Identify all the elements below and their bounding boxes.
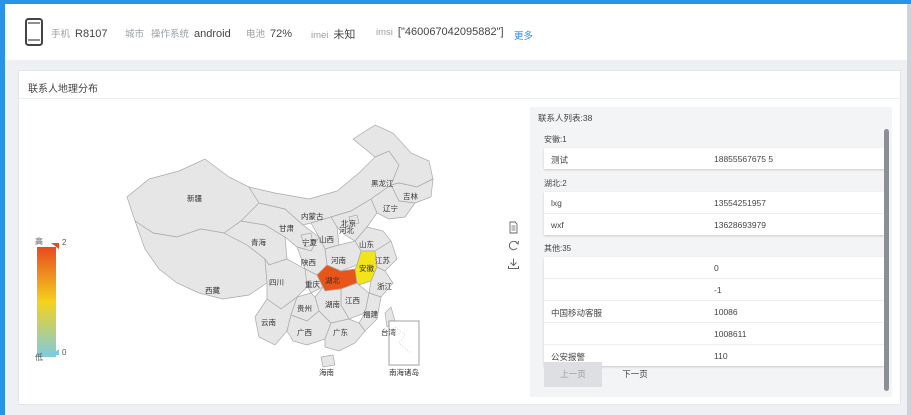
os-field: 操作系统 android <box>151 26 231 40</box>
imsi-field: imsi ["460067042095882"] <box>376 26 504 38</box>
visual-map-bar <box>37 247 56 357</box>
label-chongqing: 重庆 <box>305 279 320 289</box>
contact-phone: 0 <box>714 263 719 273</box>
label-hebei: 河北 <box>339 226 354 235</box>
label-guangdong: 广东 <box>333 327 348 337</box>
model-label: 手机 <box>51 29 71 40</box>
label-hunan: 湖南 <box>325 299 340 309</box>
model-field: 手机 R8107 <box>51 26 107 40</box>
contact-row[interactable]: 中国移动客服 10086 <box>544 301 884 323</box>
phone-icon <box>25 18 43 46</box>
region-hainan <box>320 354 336 368</box>
label-shandong: 山东 <box>359 239 374 249</box>
restore-icon[interactable] <box>507 239 520 252</box>
label-guizhou: 贵州 <box>297 303 312 313</box>
contact-name: 中国移动客服 <box>551 308 603 318</box>
group-label-other: 其他:35 <box>544 244 572 253</box>
device-info-bar: 手机 R8107 城市 操作系统 android 电池 72% imei 未知 imsi… <box>5 4 907 60</box>
label-liaoning: 辽宁 <box>383 203 398 213</box>
next-page-button[interactable]: 下一页 <box>606 362 664 387</box>
label-heilongjiang: 黑龙江 <box>371 178 394 188</box>
window-scrollbar[interactable] <box>907 4 911 415</box>
group-anhui: 测试 18855567675 5 <box>544 148 884 169</box>
visual-map-high-label: 高 <box>35 237 43 246</box>
os-value: android <box>194 28 231 40</box>
visual-map-min-value: 0 <box>62 348 67 357</box>
battery-field: 电池 72% <box>246 26 292 40</box>
contact-row[interactable]: 1008611 <box>544 323 884 345</box>
more-link[interactable]: 更多 <box>514 28 533 42</box>
contact-name: 测试 <box>551 155 569 165</box>
contact-list-title: 联系人列表:38 <box>538 113 593 123</box>
prev-page-button[interactable]: 上一页 <box>544 362 602 387</box>
contact-phone: 10086 <box>714 307 738 317</box>
label-hubei: 湖北 <box>325 276 340 285</box>
label-taiwan: 台湾 <box>381 327 396 337</box>
contact-phone: -1 <box>714 285 722 295</box>
label-shanxi: 山西 <box>319 234 334 244</box>
pagination: 上一页 下一页 <box>544 362 884 387</box>
contact-row[interactable]: wxf 13628693979 <box>544 214 884 235</box>
label-jiangxi: 江西 <box>345 296 360 305</box>
contact-phone: 1008611 <box>714 329 747 339</box>
label-anhui: 安徽 <box>359 263 374 273</box>
imsi-value: ["460067042095882"] <box>397 26 504 38</box>
china-map-svg: 新疆 西藏 青海 甘肃 宁夏 内蒙古 黑龙江 吉林 辽宁 北京 河北 山西 山东… <box>37 124 434 377</box>
label-gansu: 甘肃 <box>279 223 294 233</box>
battery-label: 电池 <box>246 29 266 40</box>
save-image-icon[interactable] <box>507 257 520 270</box>
imsi-label: imsi <box>376 27 393 38</box>
label-guangxi: 广西 <box>297 327 312 337</box>
imei-value: 未知 <box>333 29 356 41</box>
data-view-icon[interactable] <box>507 221 520 234</box>
label-yunnan: 云南 <box>261 317 276 327</box>
contact-list-scrollbar[interactable] <box>884 129 889 391</box>
label-sichuan: 四川 <box>269 278 284 287</box>
contact-phone: 13554251957 <box>714 198 767 208</box>
group-label-anhui: 安徽:1 <box>544 135 567 144</box>
visual-map-max-value: 2 <box>62 238 67 247</box>
contact-name: lxg <box>551 198 562 208</box>
contact-row[interactable]: 0 <box>544 257 884 279</box>
group-label-hubei: 湖北:2 <box>544 179 567 188</box>
contact-row[interactable]: lxg 13554251957 <box>544 192 884 214</box>
label-jiangsu: 江苏 <box>375 255 390 265</box>
contact-phone: 110 <box>714 351 728 361</box>
city-field: 城市 <box>125 26 149 40</box>
label-fujian: 福建 <box>363 309 378 319</box>
label-jilin: 吉林 <box>403 191 418 201</box>
label-ningxia: 宁夏 <box>302 237 317 247</box>
battery-value: 72% <box>270 28 293 40</box>
group-other: 0 -1 中国移动客服 10086 1008611 公安报警 110 <box>544 257 884 366</box>
label-neimenggu: 内蒙古 <box>301 211 324 221</box>
label-xizang: 西藏 <box>205 285 220 295</box>
visual-map-low-label: 低 <box>35 353 43 362</box>
city-label: 城市 <box>125 29 145 40</box>
model-value: R8107 <box>75 28 108 40</box>
panel-title: 联系人地理分布 <box>28 84 98 95</box>
label-zhejiang: 浙江 <box>377 281 392 291</box>
china-map[interactable]: 新疆 西藏 青海 甘肃 宁夏 内蒙古 黑龙江 吉林 辽宁 北京 河北 山西 山东… <box>19 99 524 404</box>
label-hainan: 海南 <box>319 367 334 377</box>
left-accent-bar <box>0 0 5 415</box>
contact-name: wxf <box>551 220 564 230</box>
label-henan: 河南 <box>331 255 346 265</box>
label-shaanxi: 陕西 <box>301 257 316 267</box>
contact-row[interactable]: 测试 18855567675 5 <box>544 148 884 169</box>
contact-row[interactable]: -1 <box>544 279 884 301</box>
os-label: 操作系统 <box>151 29 190 40</box>
imei-field: imei 未知 <box>311 26 355 42</box>
group-hubei: lxg 13554251957 wxf 13628693979 <box>544 192 884 235</box>
contact-phone: 18855567675 5 <box>714 154 774 164</box>
label-south-china-sea: 南海诸岛 <box>389 367 419 377</box>
label-xinjiang: 新疆 <box>187 193 202 203</box>
label-qinghai: 青海 <box>251 237 266 247</box>
contact-distribution-panel: 联系人地理分布 新疆 西藏 青海 甘肃 宁夏 内蒙古 黑龙江 吉林 辽宁 北京 … <box>18 70 901 405</box>
contact-phone: 13628693979 <box>714 220 767 230</box>
contact-list: 联系人列表:38 安徽:1 测试 18855567675 5 湖北:2 lxg … <box>530 107 892 397</box>
imei-label: imei <box>311 30 329 41</box>
